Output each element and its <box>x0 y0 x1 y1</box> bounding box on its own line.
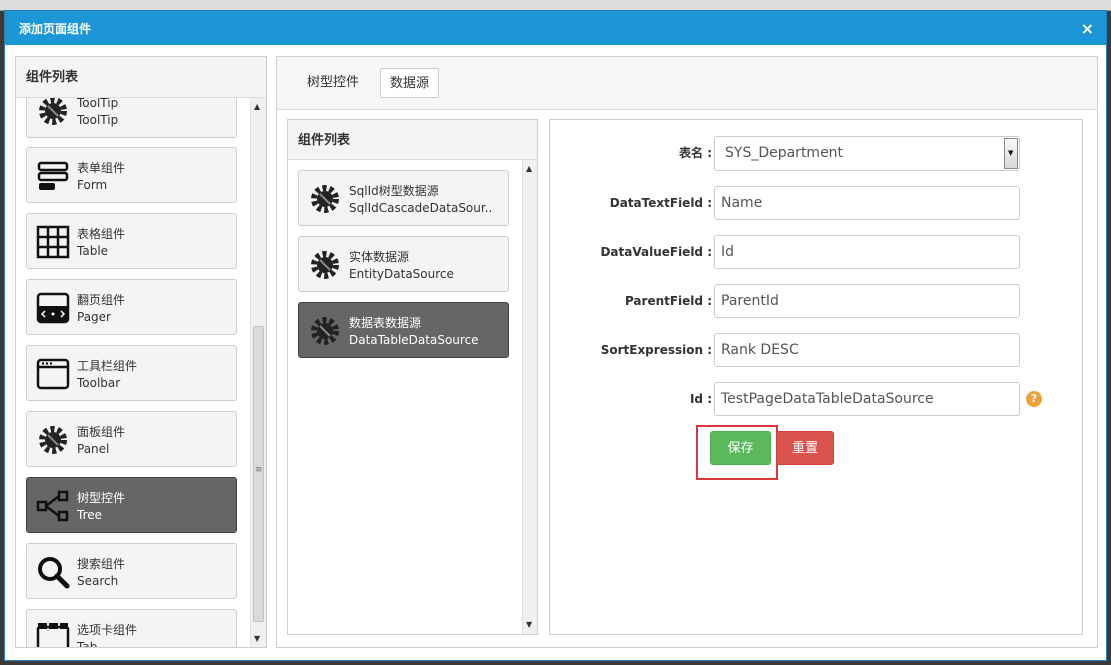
gear-icon <box>311 251 339 279</box>
reset-button[interactable]: 重置 <box>776 431 834 465</box>
help-icon[interactable]: ? <box>1026 391 1042 407</box>
search-icon <box>38 557 70 589</box>
component-item-table[interactable]: 表格组件 Table <box>26 213 237 269</box>
datasource-item-label: 实体数据源 <box>349 250 410 264</box>
sort-expression-input[interactable] <box>714 333 1020 367</box>
scrollbar-thumb[interactable]: ≡ <box>253 326 264 622</box>
component-item-tree[interactable]: 树型控件 Tree <box>26 477 237 533</box>
component-list-header: 组件列表 <box>16 57 266 98</box>
datasource-item-sub: SqlIdCascadeDataSour.. <box>349 201 493 215</box>
component-item-label: 面板组件 <box>77 425 126 439</box>
data-text-field-label: DataTextField : <box>609 196 712 210</box>
component-item-label: 树型控件 <box>77 491 126 505</box>
form-row-table-name: 表名 : SYS_Department ▼ <box>550 136 1084 171</box>
pager-icon <box>36 292 70 324</box>
component-item-sub: Panel <box>77 442 110 456</box>
datasource-item-datatable[interactable]: 数据表数据源 DataTableDataSource <box>298 302 509 358</box>
tab-data-source[interactable]: 数据源 <box>380 68 440 98</box>
scroll-up-icon[interactable]: ▲ <box>526 164 532 173</box>
form-row-sort-expression: SortExpression : <box>550 333 1084 367</box>
component-list-scroll: ToolTip ToolTip 表单组件 Form 表格组件 Table 翻页组… <box>16 98 266 647</box>
toolbar-icon <box>36 358 70 390</box>
datasource-list-panel: 组件列表 SqlId树型数据源 SqlIdCascadeDataSour.. 实… <box>287 119 538 635</box>
component-item-toolbar[interactable]: 工具栏组件 Toolbar <box>26 345 237 401</box>
data-value-field-input[interactable] <box>714 235 1020 269</box>
gear-icon <box>39 98 67 125</box>
datasource-list-header: 组件列表 <box>288 120 537 160</box>
tabs-bar: 树型控件 数据源 <box>277 57 1097 110</box>
component-item-sub: Tree <box>77 508 103 522</box>
component-item-sub: Toolbar <box>77 376 121 390</box>
datasource-item-label: SqlId树型数据源 <box>349 184 439 198</box>
scroll-up-icon[interactable]: ▲ <box>254 102 260 111</box>
scrollbar-grip-icon: ≡ <box>255 465 263 475</box>
id-input[interactable] <box>714 382 1020 416</box>
component-item-sub: Form <box>77 178 108 192</box>
id-label: Id : <box>689 392 712 406</box>
data-text-field-input[interactable] <box>714 186 1020 220</box>
table-icon <box>36 225 70 259</box>
gear-icon <box>311 185 339 213</box>
chevron-down-icon: ▼ <box>1008 149 1014 157</box>
component-item-label: 搜索组件 <box>77 557 126 571</box>
tab-tree-control[interactable]: 树型控件 <box>298 68 368 98</box>
component-list-scrollbar[interactable]: ▲ ≡ ▼ <box>250 98 266 647</box>
sort-expression-label: SortExpression : <box>600 343 712 357</box>
table-name-label: 表名 : <box>679 146 712 160</box>
component-config-panel: 树型控件 数据源 组件列表 SqlId树型数据源 SqlIdCascadeDat… <box>276 56 1098 648</box>
component-item-label: 选项卡组件 <box>77 623 138 637</box>
tree-icon <box>36 490 69 522</box>
component-item-search[interactable]: 搜索组件 Search <box>26 543 237 599</box>
component-item-panel[interactable]: 面板组件 Panel <box>26 411 237 467</box>
component-item-label: ToolTip <box>77 98 119 110</box>
parent-field-label: ParentField : <box>624 294 712 308</box>
component-item-tab[interactable]: 选项卡组件 Tab <box>26 609 237 647</box>
form-row-data-value-field: DataValueField : <box>550 235 1084 269</box>
datasource-item-sub: DataTableDataSource <box>349 333 479 347</box>
datasource-item-label: 数据表数据源 <box>349 316 422 330</box>
save-button[interactable]: 保存 <box>710 431 771 465</box>
component-item-tooltip[interactable]: ToolTip ToolTip <box>26 98 237 138</box>
datasource-item-sqlid-cascade[interactable]: SqlId树型数据源 SqlIdCascadeDataSour.. <box>298 170 509 226</box>
component-item-sub: Table <box>77 244 109 258</box>
form-row-id: Id : ? <box>550 382 1084 416</box>
table-name-select[interactable]: SYS_Department ▼ <box>714 136 1020 171</box>
dialog-title: 添加页面组件 <box>19 22 92 36</box>
component-item-label: 翻页组件 <box>77 293 126 307</box>
datasource-item-entity[interactable]: 实体数据源 EntityDataSource <box>298 236 509 292</box>
gear-icon <box>39 426 67 454</box>
data-value-field-label: DataValueField : <box>600 245 712 259</box>
datasource-item-sub: EntityDataSource <box>349 267 454 281</box>
parent-field-input[interactable] <box>714 284 1020 318</box>
scroll-down-icon[interactable]: ▼ <box>254 634 260 643</box>
component-item-label: 表单组件 <box>77 161 126 175</box>
component-item-label: 表格组件 <box>77 227 126 241</box>
component-item-sub: Pager <box>77 310 111 324</box>
gear-icon <box>311 317 339 345</box>
component-item-label: 工具栏组件 <box>77 359 138 373</box>
component-item-pager[interactable]: 翻页组件 Pager <box>26 279 237 335</box>
table-name-value: SYS_Department <box>725 145 844 161</box>
dropdown-toggle[interactable]: ▼ <box>1004 138 1018 169</box>
component-item-form[interactable]: 表单组件 Form <box>26 147 237 203</box>
component-list-panel: 组件列表 ToolTip ToolTip 表单组件 Form 表格组件 Tabl… <box>15 56 267 648</box>
add-page-component-dialog: 添加页面组件 × 组件列表 ToolTip ToolTip 表单组件 Form … <box>4 10 1107 661</box>
scroll-down-icon[interactable]: ▼ <box>526 620 532 629</box>
datasource-config-form: 表名 : SYS_Department ▼ DataTextField : Da… <box>549 119 1083 635</box>
datasource-list-scrollbar[interactable]: ▲ ▼ <box>522 160 537 634</box>
dialog-titlebar: 添加页面组件 × <box>5 11 1106 45</box>
form-row-parent-field: ParentField : <box>550 284 1084 318</box>
tab-icon <box>36 623 70 647</box>
component-item-sub: Search <box>77 574 119 588</box>
form-icon <box>37 161 69 190</box>
component-item-sub: Tab <box>77 640 98 647</box>
form-row-data-text-field: DataTextField : <box>550 186 1084 220</box>
close-icon[interactable]: × <box>1081 11 1094 47</box>
component-item-sub: ToolTip <box>77 113 119 127</box>
